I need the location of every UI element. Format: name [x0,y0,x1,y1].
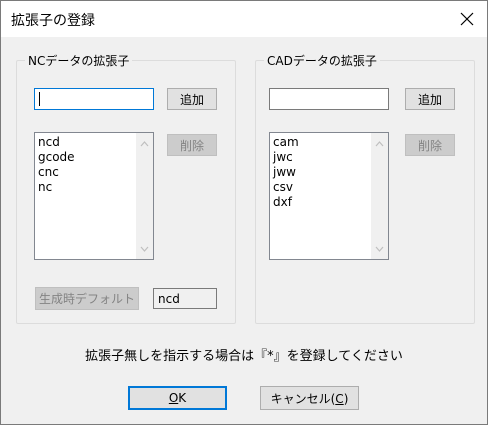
close-button[interactable] [447,1,487,37]
scroll-down-arrow-icon[interactable] [371,240,388,257]
list-item[interactable]: ncd [38,135,75,150]
nc-add-button[interactable]: 追加 [167,88,217,110]
list-item[interactable]: cnc [38,165,75,180]
list-item[interactable]: cam [273,135,299,150]
nc-default-value: ncd [153,288,217,309]
scroll-up-arrow-icon[interactable] [136,135,153,152]
nc-group-label: NCデータの拡張子 [25,52,133,69]
cancel-button[interactable]: キャンセル(C) [260,386,359,410]
nc-extension-list[interactable]: ncd gcode cnc nc [34,132,154,260]
cad-add-button[interactable]: 追加 [405,88,455,110]
ok-button[interactable]: OK [128,386,227,410]
cad-extension-input[interactable] [269,88,389,110]
title-bar: 拡張子の登録 [1,1,487,37]
list-item[interactable]: nc [38,180,75,195]
cad-extension-list[interactable]: cam jwc jww csv dxf [269,132,389,260]
nc-list-scrollbar[interactable] [136,133,153,259]
cad-delete-button[interactable]: 削除 [405,134,455,156]
dialog-window: 拡張子の登録 NCデータの拡張子 追加 ncdgcodecncnc 削除 [0,0,488,425]
nc-delete-button[interactable]: 削除 [167,134,217,156]
cad-group-label: CADデータの拡張子 [264,52,380,69]
cad-list-scrollbar[interactable] [371,133,388,259]
nc-extension-input[interactable] [34,88,154,110]
instruction-note: 拡張子無しを指示する場合は『*』を登録してください [85,349,403,364]
list-item[interactable]: jwc [273,150,299,165]
scroll-down-arrow-icon[interactable] [136,240,153,257]
close-icon [460,12,474,26]
list-item[interactable]: jww [273,165,299,180]
generation-default-button[interactable]: 生成時デフォルト [35,287,139,310]
list-item[interactable]: csv [273,180,299,195]
text-caret [39,92,40,106]
dialog-title: 拡張子の登録 [11,13,95,29]
scroll-up-arrow-icon[interactable] [371,135,388,152]
list-item[interactable]: dxf [273,195,299,210]
list-item[interactable]: gcode [38,150,75,165]
